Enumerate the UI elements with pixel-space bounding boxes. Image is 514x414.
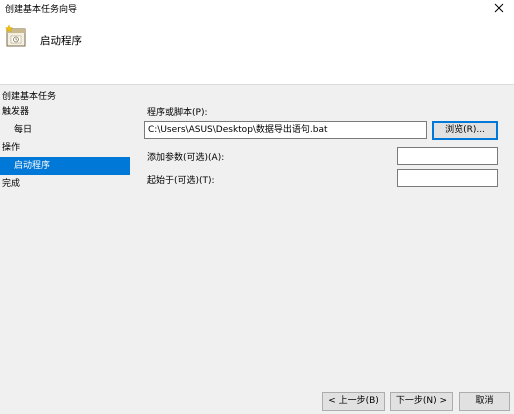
sidebar-item-trigger[interactable]: 触发器 [0, 103, 130, 121]
window-title: 创建基本任务向导 [5, 5, 78, 15]
next-button[interactable]: 下一步(N) > [390, 392, 453, 411]
close-icon [494, 3, 504, 13]
sidebar-item-finish[interactable]: 完成 [0, 175, 130, 193]
back-button[interactable]: < 上一步(B) [322, 392, 385, 411]
wizard-body: 创建基本任务 触发器 每日 操作 启动程序 完成 程序或脚本(P): C:\Us… [0, 84, 514, 414]
step-title: 启动程序 [40, 35, 82, 47]
title-bar: 创建基本任务向导 [0, 0, 514, 16]
browse-button[interactable]: 浏览(R)... [432, 121, 498, 140]
close-button[interactable] [484, 0, 514, 16]
wizard-header: 启动程序 [0, 16, 514, 84]
cancel-button[interactable]: 取消 [459, 392, 510, 411]
sidebar-item-start-program[interactable]: 启动程序 [0, 157, 130, 175]
wizard-calendar-icon [4, 24, 26, 47]
wizard-steps-nav: 触发器 每日 操作 启动程序 完成 [0, 103, 130, 193]
program-input[interactable]: C:\Users\ASUS\Desktop\数据导出语句.bat [144, 121, 427, 139]
task-wizard-window: 创建基本任务向导 启动程序 创建基本任务 触发器 每日 操作 启动程序 完成 程… [0, 0, 514, 414]
sidebar-heading: 创建基本任务 [2, 92, 57, 102]
start-in-input[interactable] [397, 169, 498, 187]
sidebar-item-daily[interactable]: 每日 [0, 121, 130, 139]
sidebar-item-action[interactable]: 操作 [0, 139, 130, 157]
arguments-input[interactable] [397, 147, 498, 165]
start-in-label: 起始于(可选)(T): [147, 176, 215, 186]
program-label: 程序或脚本(P): [147, 108, 208, 118]
arguments-label: 添加参数(可选)(A): [147, 153, 225, 163]
